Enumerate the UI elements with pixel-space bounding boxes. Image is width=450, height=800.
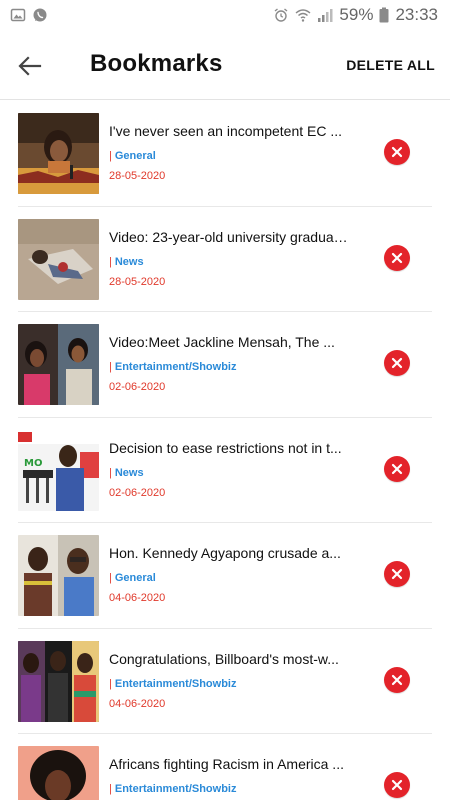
bookmark-title[interactable]: Decision to ease restrictions not in t..… bbox=[109, 440, 349, 456]
remove-bookmark-button[interactable] bbox=[384, 561, 410, 587]
bookmark-thumbnail bbox=[18, 113, 99, 194]
bookmark-item[interactable]: Hon. Kennedy Agyapong crusade a... | Gene… bbox=[18, 523, 432, 629]
close-icon bbox=[391, 674, 403, 685]
bookmark-thumbnail bbox=[18, 324, 99, 405]
bookmark-category: | News bbox=[109, 466, 144, 479]
category-label: Entertainment/Showbiz bbox=[114, 361, 237, 373]
app-bar: Bookmarks DELETE ALL bbox=[0, 30, 450, 100]
bookmark-date: 02-06-2020 bbox=[109, 381, 166, 393]
category-label: General bbox=[114, 572, 156, 584]
status-bar-right: 59% 23:33 bbox=[273, 5, 438, 25]
bookmark-category: | Entertainment/Showbiz bbox=[109, 783, 237, 795]
battery-icon bbox=[379, 7, 389, 23]
close-icon bbox=[391, 252, 403, 263]
close-icon bbox=[391, 357, 403, 369]
bookmark-item[interactable]: MO Decision to ease restrictions not in … bbox=[18, 418, 432, 523]
close-icon bbox=[391, 463, 403, 474]
remove-bookmark-button[interactable] bbox=[384, 666, 410, 693]
category-label: Entertainment/Showbiz bbox=[114, 783, 237, 795]
gallery-notification-icon bbox=[10, 7, 26, 23]
bookmark-title[interactable]: Congratulations, Billboard's most-w... bbox=[109, 651, 349, 667]
bookmark-category: | Entertainment/Showbiz bbox=[109, 361, 237, 373]
bookmark-thumbnail bbox=[18, 746, 99, 800]
close-icon bbox=[391, 568, 403, 580]
bookmark-category: | News bbox=[109, 255, 144, 268]
category-label: Entertainment/Showbiz bbox=[114, 677, 237, 690]
bookmark-item[interactable]: I've never seen an incompetent EC ... | G… bbox=[18, 101, 432, 207]
bookmark-thumbnail bbox=[18, 535, 99, 616]
category-label: News bbox=[114, 255, 144, 268]
alarm-icon bbox=[273, 7, 289, 23]
bookmark-thumbnail bbox=[18, 218, 99, 300]
bookmark-category: | General bbox=[109, 150, 156, 162]
bookmark-title[interactable]: I've never seen an incompetent EC ... bbox=[109, 123, 349, 139]
bookmark-date: 28-05-2020 bbox=[109, 275, 166, 288]
remove-bookmark-button[interactable] bbox=[384, 350, 410, 376]
back-button[interactable] bbox=[16, 52, 44, 80]
bookmark-item[interactable]: Africans fighting Racism in America ... … bbox=[18, 734, 432, 800]
bookmark-title[interactable]: Hon. Kennedy Agyapong crusade a... bbox=[109, 545, 349, 561]
close-icon bbox=[391, 779, 403, 791]
remove-bookmark-button[interactable] bbox=[384, 244, 410, 271]
bookmark-item[interactable]: Video:Meet Jackline Mensah, The ... | Ent… bbox=[18, 312, 432, 418]
wifi-icon bbox=[295, 7, 311, 23]
category-label: News bbox=[114, 466, 144, 479]
bookmark-date: 28-05-2020 bbox=[109, 170, 166, 182]
page-title: Bookmarks bbox=[90, 50, 223, 77]
category-label: General bbox=[114, 150, 156, 162]
close-icon bbox=[391, 146, 403, 158]
bookmark-thumbnail bbox=[18, 640, 99, 722]
bookmark-date: 02-06-2020 bbox=[109, 486, 166, 499]
bookmark-item[interactable]: Video: 23-year-old university graduat...… bbox=[18, 207, 432, 312]
bookmark-thumbnail: MO bbox=[18, 429, 99, 511]
bookmark-date: 04-06-2020 bbox=[109, 592, 166, 604]
signal-icon bbox=[317, 7, 333, 23]
status-bar-left bbox=[10, 7, 48, 23]
bookmark-category: | General bbox=[109, 572, 156, 584]
remove-bookmark-button[interactable] bbox=[384, 455, 410, 482]
svg-text:MO: MO bbox=[24, 458, 42, 469]
whatsapp-notification-icon bbox=[32, 7, 48, 23]
remove-bookmark-button[interactable] bbox=[384, 772, 410, 798]
bookmark-title[interactable]: Video: 23-year-old university graduat... bbox=[109, 229, 349, 245]
clock: 23:33 bbox=[395, 5, 438, 24]
bookmark-category: | Entertainment/Showbiz bbox=[109, 677, 237, 690]
battery-percent: 59% bbox=[339, 5, 374, 24]
delete-all-button[interactable]: DELETE ALL bbox=[346, 57, 435, 73]
status-bar: 59% 23:33 bbox=[0, 0, 450, 30]
bookmark-title[interactable]: Africans fighting Racism in America ... bbox=[109, 756, 349, 772]
bookmark-item[interactable]: Congratulations, Billboard's most-w... |… bbox=[18, 629, 432, 734]
bookmark-date: 04-06-2020 bbox=[109, 697, 166, 710]
bookmark-title[interactable]: Video:Meet Jackline Mensah, The ... bbox=[109, 334, 349, 350]
arrow-left-icon bbox=[18, 56, 42, 76]
remove-bookmark-button[interactable] bbox=[384, 139, 410, 165]
bookmarks-list: I've never seen an incompetent EC ... | G… bbox=[0, 101, 450, 800]
